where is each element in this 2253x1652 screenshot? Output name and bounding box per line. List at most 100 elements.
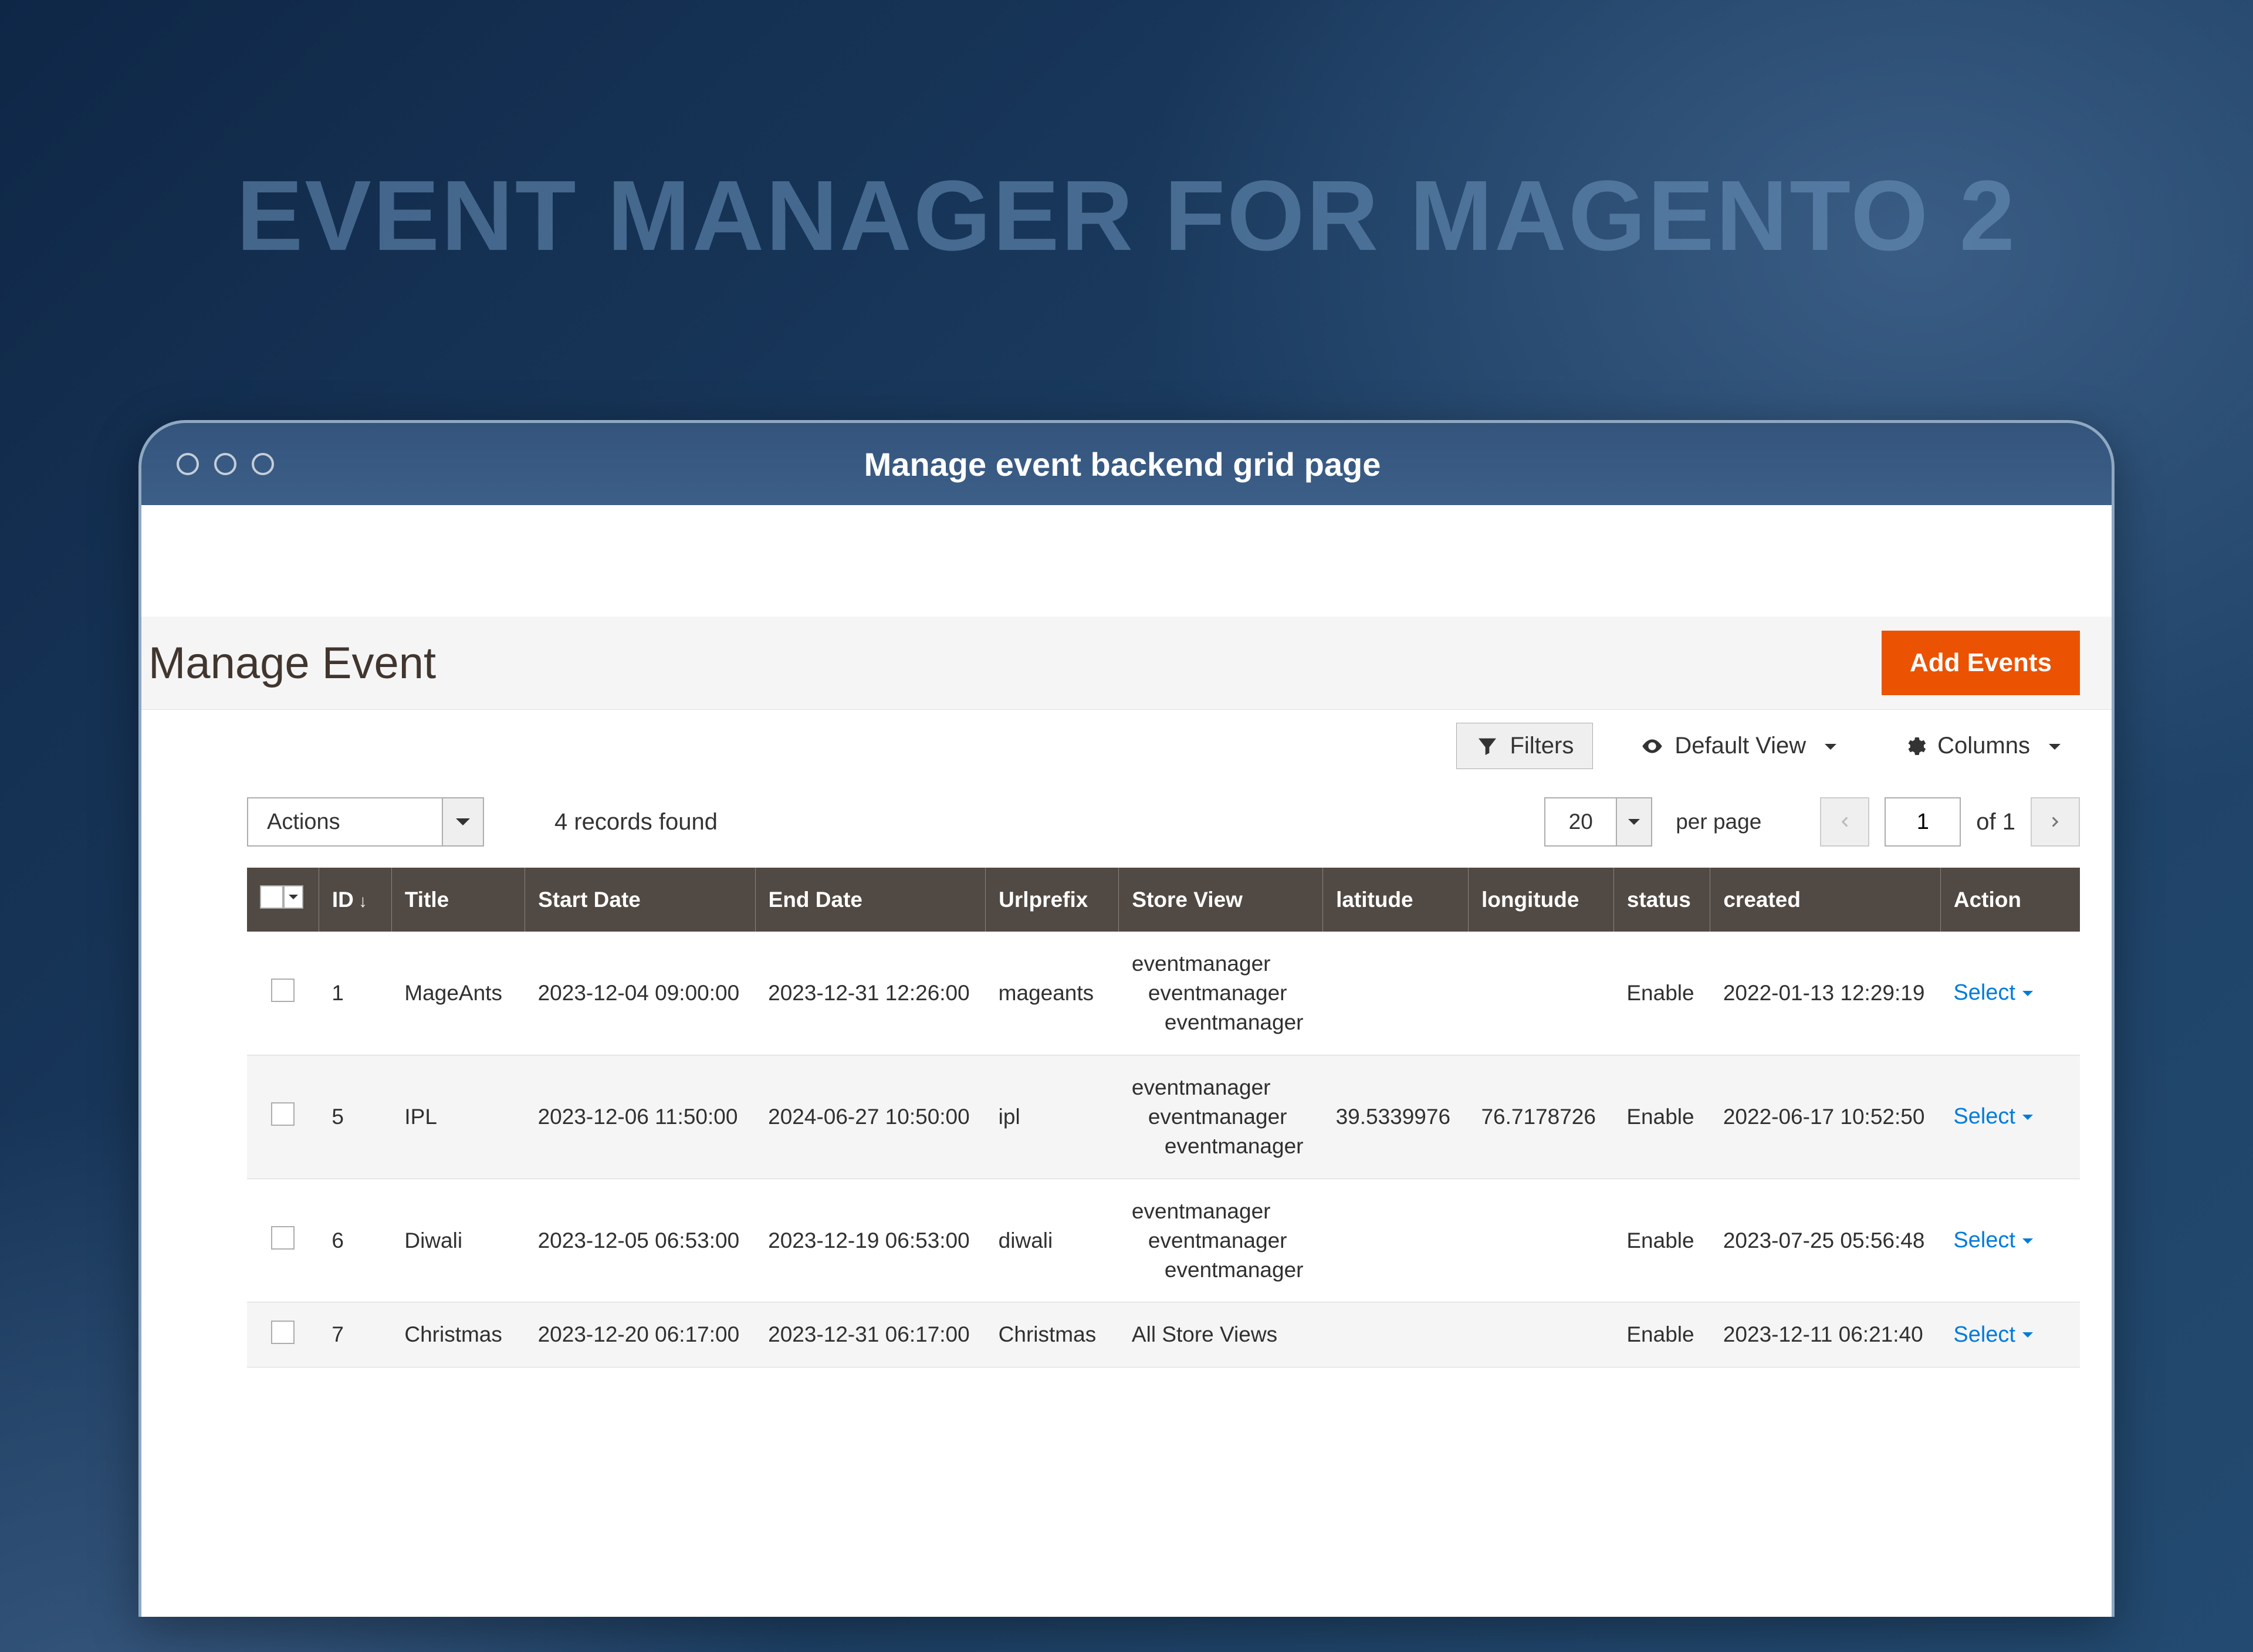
col-end-date[interactable]: End Date <box>755 868 986 932</box>
row-checkbox[interactable] <box>271 979 295 1002</box>
browser-frame: Manage event backend grid page Manage Ev… <box>138 420 2115 1617</box>
columns-button[interactable]: Columns <box>1884 723 2080 769</box>
cell-status: Enable <box>1613 1302 1710 1367</box>
cell-store-view: eventmanagereventmanagereventmanager <box>1119 932 1323 1055</box>
table-row: 7Christmas2023-12-20 06:17:002023-12-31 … <box>247 1302 2080 1367</box>
col-store-view[interactable]: Store View <box>1119 868 1323 932</box>
next-page-button[interactable] <box>2031 797 2080 847</box>
page-number-input[interactable] <box>1885 797 1961 847</box>
cell-action: Select <box>1940 1179 2080 1302</box>
per-page-value: 20 <box>1545 798 1616 845</box>
col-action: Action <box>1940 868 2080 932</box>
cell-action: Select <box>1940 932 2080 1055</box>
cell-longitude: 76.7178726 <box>1468 1055 1613 1179</box>
col-start-date[interactable]: Start Date <box>525 868 756 932</box>
cell-longitude <box>1468 932 1613 1055</box>
eye-icon <box>1640 734 1664 758</box>
app-body: Manage Event Add Events Filters Default … <box>141 505 2112 1617</box>
cell-action: Select <box>1940 1055 2080 1179</box>
cell-store-view: All Store Views <box>1119 1302 1323 1367</box>
cell-status: Enable <box>1613 1055 1710 1179</box>
col-created[interactable]: created <box>1710 868 1941 932</box>
hero-title: EVENT MANAGER FOR MAGENTO 2 <box>0 158 2253 273</box>
row-action-select[interactable]: Select <box>1953 1104 2033 1129</box>
cell-store-view: eventmanagereventmanagereventmanager <box>1119 1179 1323 1302</box>
col-urlprefix[interactable]: Urlprefix <box>986 868 1119 932</box>
frame-title: Manage event backend grid page <box>168 445 2076 483</box>
funnel-icon <box>1476 734 1499 758</box>
page-title: Manage Event <box>148 638 436 689</box>
chevron-down-icon <box>1616 798 1651 845</box>
cell-title: IPL <box>391 1055 525 1179</box>
row-checkbox[interactable] <box>271 1102 295 1126</box>
default-view-button[interactable]: Default View <box>1621 723 1856 769</box>
cell-end-date: 2023-12-31 06:17:00 <box>755 1302 986 1367</box>
cell-latitude <box>1323 932 1469 1055</box>
filters-label: Filters <box>1510 733 1574 759</box>
table-row: 5IPL2023-12-06 11:50:002024-06-27 10:50:… <box>247 1055 2080 1179</box>
row-checkbox[interactable] <box>271 1226 295 1250</box>
cell-urlprefix: Christmas <box>986 1302 1119 1367</box>
row-checkbox[interactable] <box>271 1321 295 1344</box>
sort-indicator-icon: ↓ <box>358 892 367 911</box>
prev-page-button[interactable] <box>1820 797 1869 847</box>
cell-urlprefix: ipl <box>986 1055 1119 1179</box>
cell-action: Select <box>1940 1302 2080 1367</box>
filters-button[interactable]: Filters <box>1456 723 1593 769</box>
table-row: 6Diwali2023-12-05 06:53:002023-12-19 06:… <box>247 1179 2080 1302</box>
cell-title: Diwali <box>391 1179 525 1302</box>
gear-icon <box>1903 734 1927 758</box>
cell-latitude <box>1323 1179 1469 1302</box>
cell-start-date: 2023-12-20 06:17:00 <box>525 1302 756 1367</box>
columns-label: Columns <box>1937 733 2030 759</box>
add-events-button[interactable]: Add Events <box>1882 631 2080 695</box>
chevron-right-icon <box>2048 814 2063 830</box>
actions-select[interactable]: Actions <box>247 797 484 847</box>
row-action-select[interactable]: Select <box>1953 980 2033 1006</box>
cell-start-date: 2023-12-04 09:00:00 <box>525 932 756 1055</box>
per-page-select[interactable]: 20 <box>1544 797 1652 847</box>
cell-latitude: 39.5339976 <box>1323 1055 1469 1179</box>
page-of-label: of 1 <box>1976 809 2015 835</box>
col-title[interactable]: Title <box>391 868 525 932</box>
cell-latitude <box>1323 1302 1469 1367</box>
cell-id: 6 <box>319 1179 391 1302</box>
cell-end-date: 2024-06-27 10:50:00 <box>755 1055 986 1179</box>
cell-created: 2022-06-17 10:52:50 <box>1710 1055 1941 1179</box>
cell-start-date: 2023-12-06 11:50:00 <box>525 1055 756 1179</box>
table-header: ID↓ Title Start Date End Date Urlprefix … <box>247 868 2080 932</box>
toolbar-top: Filters Default View Columns <box>141 710 2112 782</box>
events-table: ID↓ Title Start Date End Date Urlprefix … <box>247 868 2080 1367</box>
col-status[interactable]: status <box>1613 868 1710 932</box>
cell-urlprefix: diwali <box>986 1179 1119 1302</box>
records-found-label: 4 records found <box>554 809 718 835</box>
select-all-checkbox[interactable] <box>260 885 283 909</box>
row-action-select[interactable]: Select <box>1953 1322 2033 1348</box>
cell-store-view: eventmanagereventmanagereventmanager <box>1119 1055 1323 1179</box>
cell-start-date: 2023-12-05 06:53:00 <box>525 1179 756 1302</box>
cell-title: Christmas <box>391 1302 525 1367</box>
cell-longitude <box>1468 1302 1613 1367</box>
table-row: 1MageAnts2023-12-04 09:00:002023-12-31 1… <box>247 932 2080 1055</box>
cell-id: 7 <box>319 1302 391 1367</box>
cell-created: 2023-07-25 05:56:48 <box>1710 1179 1941 1302</box>
row-action-select[interactable]: Select <box>1953 1228 2033 1253</box>
default-view-label: Default View <box>1674 733 1806 759</box>
cell-id: 5 <box>319 1055 391 1179</box>
cell-urlprefix: mageants <box>986 932 1119 1055</box>
select-all-menu[interactable] <box>283 885 303 909</box>
actions-select-label: Actions <box>248 798 442 845</box>
col-longitude[interactable]: longitude <box>1468 868 1613 932</box>
toolbar-mid: Actions 4 records found 20 per page of 1 <box>141 782 2112 862</box>
cell-status: Enable <box>1613 1179 1710 1302</box>
frame-header: Manage event backend grid page <box>141 423 2112 505</box>
header-checkbox-cell[interactable] <box>247 868 319 932</box>
cell-end-date: 2023-12-31 12:26:00 <box>755 932 986 1055</box>
pager: of 1 <box>1820 797 2080 847</box>
col-id[interactable]: ID↓ <box>319 868 391 932</box>
per-page-label: per page <box>1676 810 1761 834</box>
page-header: Manage Event Add Events <box>141 617 2112 710</box>
cell-title: MageAnts <box>391 932 525 1055</box>
cell-created: 2022-01-13 12:29:19 <box>1710 932 1941 1055</box>
col-latitude[interactable]: latitude <box>1323 868 1469 932</box>
